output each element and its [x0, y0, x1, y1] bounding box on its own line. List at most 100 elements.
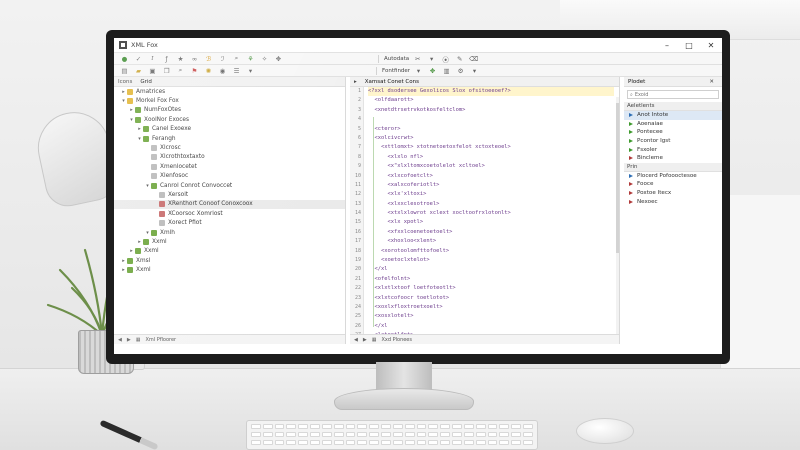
tree-toggle-icon[interactable]: ▸ [136, 126, 143, 132]
new-file-icon[interactable]: ▤ [120, 66, 129, 75]
tree-node[interactable]: Xersolt [114, 190, 345, 199]
font-dropdown[interactable]: Fontfinder [382, 68, 410, 74]
eye-icon[interactable]: ◉ [218, 66, 227, 75]
find-icon[interactable]: ⌕ [176, 66, 185, 75]
settings-icon[interactable]: ✧ [260, 54, 269, 63]
palette-item[interactable]: Pontecee [624, 128, 722, 137]
tree-node[interactable]: ▸ Xmsl [114, 256, 345, 265]
code-line[interactable]: <xosxlotelt> [368, 312, 614, 321]
code-line[interactable]: <ofelfolnt> [368, 275, 614, 284]
code-line[interactable]: <cteror> [368, 125, 614, 134]
search-icon[interactable]: ⌕ [232, 54, 241, 63]
code-line[interactable]: <xnetdtrsetrvkotkosfeltclom> [368, 106, 614, 115]
tree-icon[interactable]: ⚘ [246, 54, 255, 63]
code-line[interactable]: <xlxtcofoocr toetlotot> [368, 294, 614, 303]
grid-icon[interactable]: ▦ [136, 337, 141, 343]
save-icon[interactable]: ▣ [148, 66, 157, 75]
maximize-button[interactable]: □ [678, 38, 700, 52]
close-button[interactable]: ✕ [700, 38, 722, 52]
paint-icon[interactable]: ▥ [442, 66, 451, 75]
code-line[interactable]: </xl [368, 322, 614, 331]
list-icon[interactable]: ☰ [232, 66, 241, 75]
code-line[interactable]: <xoxlxfloxtroetxoelt> [368, 303, 614, 312]
forward-icon[interactable]: ▶ [363, 337, 367, 343]
tree-toggle-icon[interactable]: ▸ [120, 267, 127, 273]
palette-section-header[interactable]: Anot Intote [624, 111, 722, 120]
open-icon[interactable]: ▰ [134, 66, 143, 75]
tree-node[interactable]: ▾ Xmlh [114, 228, 345, 237]
gear-icon[interactable]: ⚙ [456, 66, 465, 75]
chevron-down-icon[interactable]: ▾ [470, 66, 479, 75]
palette-section-prin[interactable]: Prin [624, 162, 722, 172]
palette-item[interactable]: Plocerd Pofoooctesoe [624, 172, 722, 181]
grid-icon[interactable]: ▦ [372, 337, 377, 343]
tree-node[interactable]: ▸ Amatrices [114, 87, 345, 96]
location-icon[interactable]: ⦿ [441, 54, 450, 64]
code-editor[interactable]: 1 2 3 4 5 6 7 8 9 10 11 12 13 14 15 16 17 18 19 20 21 22 23 24 2… [350, 87, 619, 344]
palette-search-input[interactable]: ⌕ Exoid [627, 90, 719, 99]
code-line[interactable]: <xoetoclxtelot> [368, 256, 614, 265]
bulb-icon[interactable]: ✺ [204, 66, 213, 75]
code-line[interactable]: <x"xlxltomxcoetolelot xcltoel> [368, 162, 614, 171]
tree-toggle-icon[interactable]: ▾ [144, 183, 151, 189]
tree-toggle-icon[interactable]: ▾ [128, 117, 135, 123]
pencil-icon[interactable]: ✎ [455, 54, 464, 63]
code-line[interactable]: <xolcivcrwt> [368, 134, 614, 143]
tree-node[interactable]: Xlenfosoc [114, 172, 345, 181]
code-line[interactable]: <xlx xpotl> [368, 218, 614, 227]
palette-item[interactable]: Aoenaiae [624, 120, 722, 129]
palette-section-elements[interactable]: Aeletlents [624, 102, 722, 111]
code-icon[interactable]: ℐ [218, 54, 227, 63]
palette-item[interactable]: Nexoec [624, 197, 722, 206]
tab-grid[interactable]: Grid [140, 79, 152, 85]
scissors-icon[interactable]: ✂ [413, 54, 422, 63]
tree-node[interactable]: XCoorsoc Xomriost [114, 209, 345, 218]
tree-node[interactable]: ▸ Canel Exoexe [114, 125, 345, 134]
code-line[interactable] [368, 115, 614, 124]
tree-node[interactable]: ▾ Ferangh [114, 134, 345, 143]
tree-node[interactable]: ▾ Canrol Conrot Convoccet [114, 181, 345, 190]
back-icon[interactable]: ◀ [354, 337, 358, 343]
tree-node[interactable]: ▾ XoolNor Exoces [114, 115, 345, 124]
tree-toggle-icon[interactable]: ▸ [128, 107, 135, 113]
copy-icon[interactable]: ❐ [162, 66, 171, 75]
tree-node[interactable]: ▸ NumFoxOtes [114, 106, 345, 115]
tree-node[interactable]: Xorect Pfiot [114, 218, 345, 227]
tree-node[interactable]: Xlcrothtoxtaxto [114, 153, 345, 162]
move-icon[interactable]: ✥ [428, 66, 437, 75]
code-line[interactable]: <xhoxloo<xlent> [368, 237, 614, 246]
chevron-down-icon[interactable]: ▾ [246, 66, 255, 75]
editor-tab-nav[interactable]: ▸ [354, 79, 357, 85]
tree-toggle-icon[interactable]: ▸ [120, 89, 127, 95]
run-icon[interactable]: ● [120, 54, 129, 63]
editor-tab[interactable]: Xamsat Conet Cons [365, 79, 419, 85]
tree-toggle-icon[interactable]: ▸ [128, 248, 135, 254]
star-icon[interactable]: ★ [176, 54, 185, 63]
code-content[interactable]: <?xxl dsodersee Gexolicos Slox ofsitoeeo… [368, 87, 614, 344]
tree-toggle-icon[interactable]: ▸ [136, 239, 143, 245]
editor-scrollbar[interactable] [616, 97, 619, 344]
tag-icon[interactable]: 𝑡 [148, 54, 157, 63]
chevron-down-icon[interactable]: ▾ [414, 66, 423, 75]
code-line[interactable]: <xlxxclesotroel> [368, 200, 614, 209]
pin-icon[interactable]: ⚑ [190, 66, 199, 75]
palette-item[interactable]: Fsxoler [624, 145, 722, 154]
tree-node[interactable]: ▸ Xxml [114, 265, 345, 274]
tree-node[interactable]: XRenthort Conoof Conoxcoox [114, 199, 345, 210]
tree-node[interactable]: ▸ Xxml [114, 247, 345, 256]
code-line[interactable]: <xlxlo nfl> [368, 153, 614, 162]
trash-icon[interactable]: ⌫ [469, 54, 478, 63]
palette-item[interactable]: Poxtoe Itecx [624, 189, 722, 198]
puzzle-icon[interactable]: ✥ [274, 54, 283, 63]
validate-icon[interactable]: ✓ [134, 54, 143, 63]
back-icon[interactable]: ◀ [118, 337, 122, 343]
code-line[interactable]: <xalxcoferiotlt> [368, 181, 614, 190]
tree-toggle-icon[interactable]: ▾ [144, 230, 151, 236]
scrollbar-thumb[interactable] [616, 103, 619, 253]
tab-icons[interactable]: Icons [118, 79, 132, 85]
minimize-button[interactable]: – [656, 38, 678, 52]
dropdown-icon[interactable]: ▾ [427, 54, 436, 63]
tree-node[interactable]: Xmenlocetet [114, 162, 345, 171]
toolbar-tab-autodata[interactable]: Autodata [384, 56, 409, 62]
format-icon[interactable]: ƒ [162, 54, 171, 63]
